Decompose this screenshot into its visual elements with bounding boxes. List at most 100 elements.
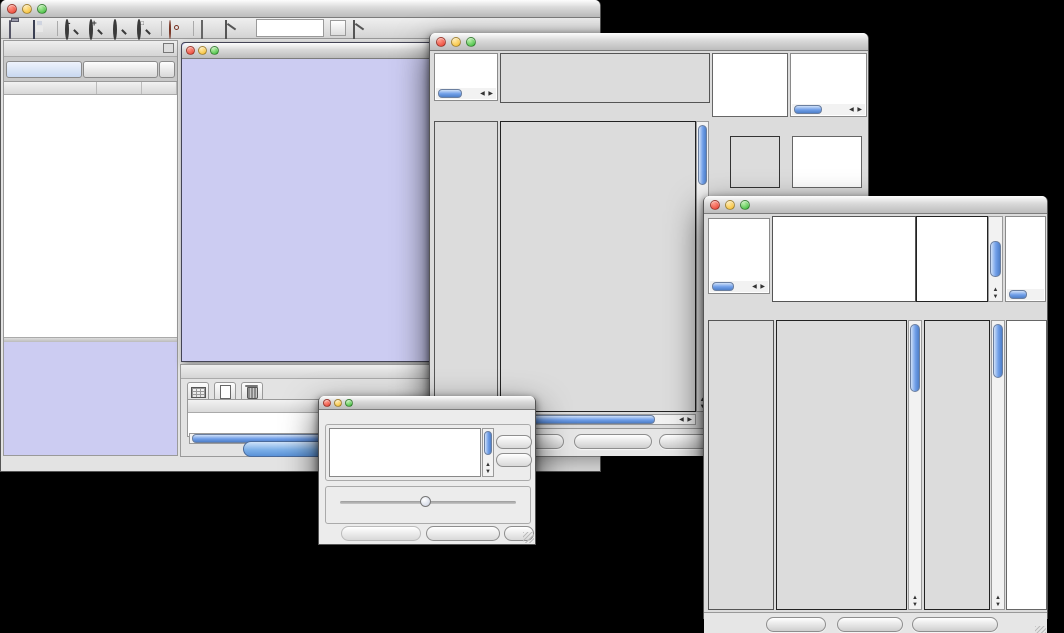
view-status-text — [709, 221, 769, 223]
usage-hints-panel: ◀ ▶ — [790, 53, 867, 117]
zoom-column-labels — [916, 216, 988, 302]
treeview1-titlebar[interactable] — [430, 33, 868, 51]
main-titlebar[interactable] — [1, 0, 600, 18]
annotation-icon — [225, 20, 227, 39]
column-dendrogram[interactable] — [500, 53, 710, 103]
zoom-button[interactable] — [345, 399, 353, 407]
minimize-button[interactable] — [198, 46, 207, 55]
view-status-panel: ◀ ▶ — [434, 53, 498, 101]
search-dropdown-button[interactable] — [330, 20, 346, 36]
zoom-button[interactable] — [466, 37, 476, 47]
heatmap-vscrollbar[interactable]: ▲▼ — [908, 320, 922, 610]
settings-button[interactable] — [766, 617, 826, 632]
animation-speed-group — [325, 486, 531, 524]
zoom-button[interactable] — [37, 4, 47, 14]
create-vizmap-button[interactable] — [426, 526, 500, 541]
filter-button[interactable] — [353, 21, 370, 36]
control-panel — [3, 40, 178, 456]
gene-dendrogram[interactable] — [434, 121, 498, 412]
close-button[interactable] — [436, 37, 446, 47]
toolbar-divider — [161, 21, 162, 36]
view-status-panel: ◀ ▶ — [708, 218, 770, 294]
window-controls — [323, 399, 353, 407]
vizmapper-button[interactable] — [201, 21, 218, 36]
help-button[interactable] — [169, 21, 186, 36]
float-panel-icon[interactable] — [163, 43, 174, 53]
view-status-hscrollbar[interactable]: ◀ ▶ — [710, 281, 768, 292]
network-canvas[interactable] — [182, 59, 432, 361]
map-colors-dialog: ▲▼ — [318, 396, 536, 545]
document-settings-icon — [353, 20, 355, 39]
treeview2-titlebar[interactable] — [704, 196, 1047, 214]
close-button[interactable] — [7, 4, 17, 14]
view-status-hscrollbar[interactable]: ◀ ▶ — [436, 88, 496, 99]
slider-thumb[interactable] — [420, 496, 431, 507]
col-edges[interactable] — [142, 82, 177, 94]
column-tree-panel[interactable] — [772, 216, 916, 302]
open-session-button[interactable] — [9, 21, 26, 36]
birdseye-view[interactable] — [4, 342, 177, 455]
move-down-button[interactable] — [496, 453, 532, 467]
usage-hints-panel — [1005, 216, 1046, 302]
zoom-button[interactable] — [740, 200, 750, 210]
close-button[interactable] — [710, 200, 720, 210]
zoom-fit-button[interactable]: □ — [137, 21, 154, 36]
export-graphics-button[interactable] — [912, 617, 998, 632]
heatmap-zoom-view[interactable] — [924, 320, 990, 610]
window-controls — [7, 4, 47, 14]
color-grid-icon — [201, 20, 203, 39]
resize-grip[interactable] — [523, 532, 534, 543]
zoom-out-button[interactable]: - — [65, 21, 82, 36]
column-labels-vscrollbar[interactable]: ▲▼ — [988, 216, 1003, 302]
save-session-button[interactable] — [33, 21, 50, 36]
usage-hints-hscrollbar[interactable]: ◀ ▶ — [792, 104, 865, 115]
usage-hints-text — [791, 56, 866, 58]
resize-grip[interactable] — [1035, 626, 1046, 633]
view-status-text — [435, 56, 497, 58]
gene-dendrogram[interactable] — [708, 320, 774, 610]
heatmap-global-view[interactable] — [776, 320, 907, 610]
minimize-button[interactable] — [725, 200, 735, 210]
zoom-fit-icon: □ — [137, 19, 141, 40]
toolbar-divider — [193, 21, 194, 36]
tab-vizmapper[interactable] — [83, 61, 159, 78]
minimize-button[interactable] — [334, 399, 342, 407]
tab-network[interactable] — [6, 61, 82, 78]
zoom-in-button[interactable]: + — [89, 21, 106, 36]
network-view-titlebar[interactable] — [182, 43, 432, 59]
minimize-button[interactable] — [22, 4, 32, 14]
window-controls — [436, 37, 476, 47]
save-icon — [33, 20, 35, 39]
heatmap-zoom-view[interactable] — [730, 136, 780, 188]
window-controls — [186, 46, 219, 55]
col-network[interactable] — [4, 82, 97, 94]
usage-hints-hscrollbar[interactable] — [1007, 289, 1044, 300]
attribute-list-vscrollbar[interactable]: ▲▼ — [482, 428, 494, 477]
zoom-button[interactable] — [210, 46, 219, 55]
treeview2-window: ◀ ▶ ▲▼ ▲▼ ▲▼ — [703, 196, 1048, 619]
network-list-empty-area — [4, 95, 177, 338]
save-data-button[interactable] — [837, 617, 903, 632]
close-button[interactable] — [323, 399, 331, 407]
gene-list-vscrollbar[interactable]: ▲▼ — [991, 320, 1005, 610]
attribute-list — [329, 428, 481, 477]
dialog-titlebar[interactable] — [319, 396, 535, 410]
export-graphics-button[interactable] — [574, 434, 652, 449]
toolbar-divider — [57, 21, 58, 36]
gene-list — [1006, 320, 1047, 610]
col-nodes[interactable] — [97, 82, 142, 94]
search-input[interactable] — [256, 19, 324, 37]
zoom-selected-button[interactable] — [113, 21, 130, 36]
close-button[interactable] — [186, 46, 195, 55]
move-up-button[interactable] — [496, 435, 532, 449]
tab-overflow-button[interactable] — [159, 61, 175, 78]
life-ring-icon — [169, 20, 171, 39]
panel-splitter[interactable] — [4, 338, 177, 342]
animate-vizmap-button[interactable] — [341, 526, 421, 541]
minimize-button[interactable] — [451, 37, 461, 47]
annotation-button[interactable] — [225, 21, 242, 36]
treeview2-buttonbar — [704, 612, 1047, 633]
heatmap-global-view[interactable] — [500, 121, 696, 412]
attribute-list-group: ▲▼ — [325, 424, 531, 481]
desktop: - + □ — [0, 0, 1064, 633]
